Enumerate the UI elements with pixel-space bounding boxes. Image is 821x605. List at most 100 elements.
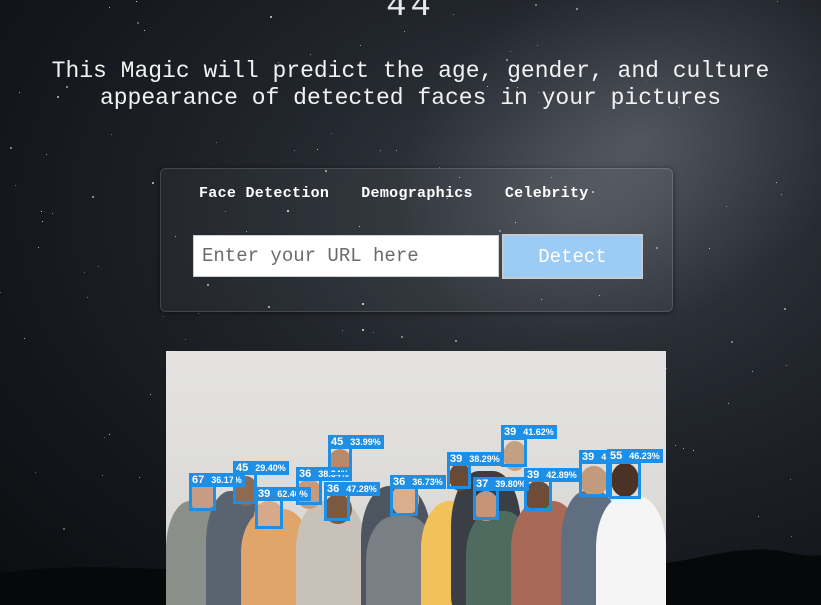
star <box>380 150 381 151</box>
star <box>781 194 782 195</box>
face-count: 44 <box>386 0 435 26</box>
confidence-label: 42.89% <box>546 470 577 480</box>
confidence-label: 47.28% <box>346 484 377 494</box>
star <box>35 472 36 473</box>
star <box>98 266 99 267</box>
face-tag: 37 39.80% <box>473 477 529 491</box>
detect-button[interactable]: Detect <box>502 234 643 279</box>
age-label: 39 <box>527 469 540 481</box>
star <box>331 133 332 134</box>
page-headline: This Magic will predict the age, gender,… <box>0 58 821 112</box>
tab-celebrity[interactable]: Celebrity <box>505 185 589 202</box>
star <box>786 365 787 366</box>
confidence-label: 46.23% <box>629 451 660 461</box>
confidence-label: 38.29% <box>469 454 500 464</box>
star <box>666 368 667 369</box>
face-tag: 45 33.99% <box>328 435 384 449</box>
star <box>294 150 295 151</box>
star <box>15 185 16 186</box>
star <box>38 247 39 248</box>
face-box <box>328 445 352 475</box>
age-label: 36 <box>299 468 312 480</box>
tab-face-detection[interactable]: Face Detection <box>199 185 329 202</box>
star <box>41 211 42 212</box>
face-box <box>609 461 641 499</box>
star <box>401 336 403 338</box>
face-box <box>579 461 609 497</box>
search-panel: Face Detection Demographics Celebrity De… <box>160 168 673 312</box>
star <box>683 448 684 449</box>
face-tag: 39 4 <box>579 450 610 464</box>
star <box>198 313 199 314</box>
star <box>216 142 217 143</box>
headline-line-1: This Magic will predict the age, gender,… <box>51 58 770 84</box>
confidence-label: 29.40% <box>255 463 286 473</box>
star <box>362 329 364 331</box>
face-tag: 39 41.62% <box>501 425 557 439</box>
star <box>510 51 511 52</box>
confidence-label: 41.62% <box>523 427 554 437</box>
star <box>693 450 694 451</box>
star <box>784 308 786 310</box>
face-tag: 39 42.89% <box>524 468 580 482</box>
age-label: 36 <box>327 483 340 495</box>
age-label: 39 <box>582 451 595 463</box>
star <box>84 272 85 273</box>
confidence-label: 33.99% <box>350 437 381 447</box>
star <box>152 182 154 184</box>
star <box>163 316 164 317</box>
star <box>776 182 777 183</box>
star <box>42 221 43 222</box>
mountain-silhouette <box>0 549 821 605</box>
star <box>10 147 12 149</box>
star <box>185 339 186 340</box>
face-box <box>524 477 552 511</box>
face-tag: 39 38.29% <box>447 452 503 466</box>
star <box>46 154 47 155</box>
age-label: 45 <box>236 462 249 474</box>
star <box>144 30 145 31</box>
age-label: 39 <box>504 426 517 438</box>
star <box>675 445 676 446</box>
face-box <box>501 437 527 467</box>
star <box>342 330 343 331</box>
url-input[interactable] <box>193 235 499 277</box>
tab-bar: Face Detection Demographics Celebrity <box>199 185 589 202</box>
star <box>150 394 151 395</box>
star <box>726 206 727 207</box>
star <box>360 45 361 46</box>
star <box>139 477 140 478</box>
face-tag: 36 36.73% <box>390 475 446 489</box>
star <box>87 297 88 298</box>
star <box>404 31 405 32</box>
star <box>537 45 538 46</box>
age-label: 45 <box>331 436 344 448</box>
star <box>92 196 94 198</box>
star <box>24 338 25 339</box>
face-tag: 36 47.28% <box>324 482 380 496</box>
star <box>752 371 753 372</box>
star <box>310 54 311 55</box>
headline-line-2: appearance of detected faces in your pic… <box>99 85 722 111</box>
star <box>52 213 53 214</box>
age-label: 39 <box>258 488 271 500</box>
age-label: 36 <box>393 476 406 488</box>
star <box>709 248 710 249</box>
star <box>731 341 733 343</box>
star <box>790 479 791 480</box>
face-tag: 45 29.40% <box>233 461 289 475</box>
tab-demographics[interactable]: Demographics <box>361 185 473 202</box>
star <box>317 149 318 150</box>
star <box>102 475 103 476</box>
star <box>728 403 729 404</box>
star <box>373 332 374 333</box>
age-label: 55 <box>610 450 623 462</box>
age-label: 37 <box>476 478 489 490</box>
age-label: 67 <box>192 474 205 486</box>
star <box>455 340 457 342</box>
star <box>104 437 105 438</box>
star <box>109 434 110 435</box>
confidence-label: 36.73% <box>412 477 443 487</box>
star <box>396 150 397 151</box>
star <box>111 134 112 135</box>
